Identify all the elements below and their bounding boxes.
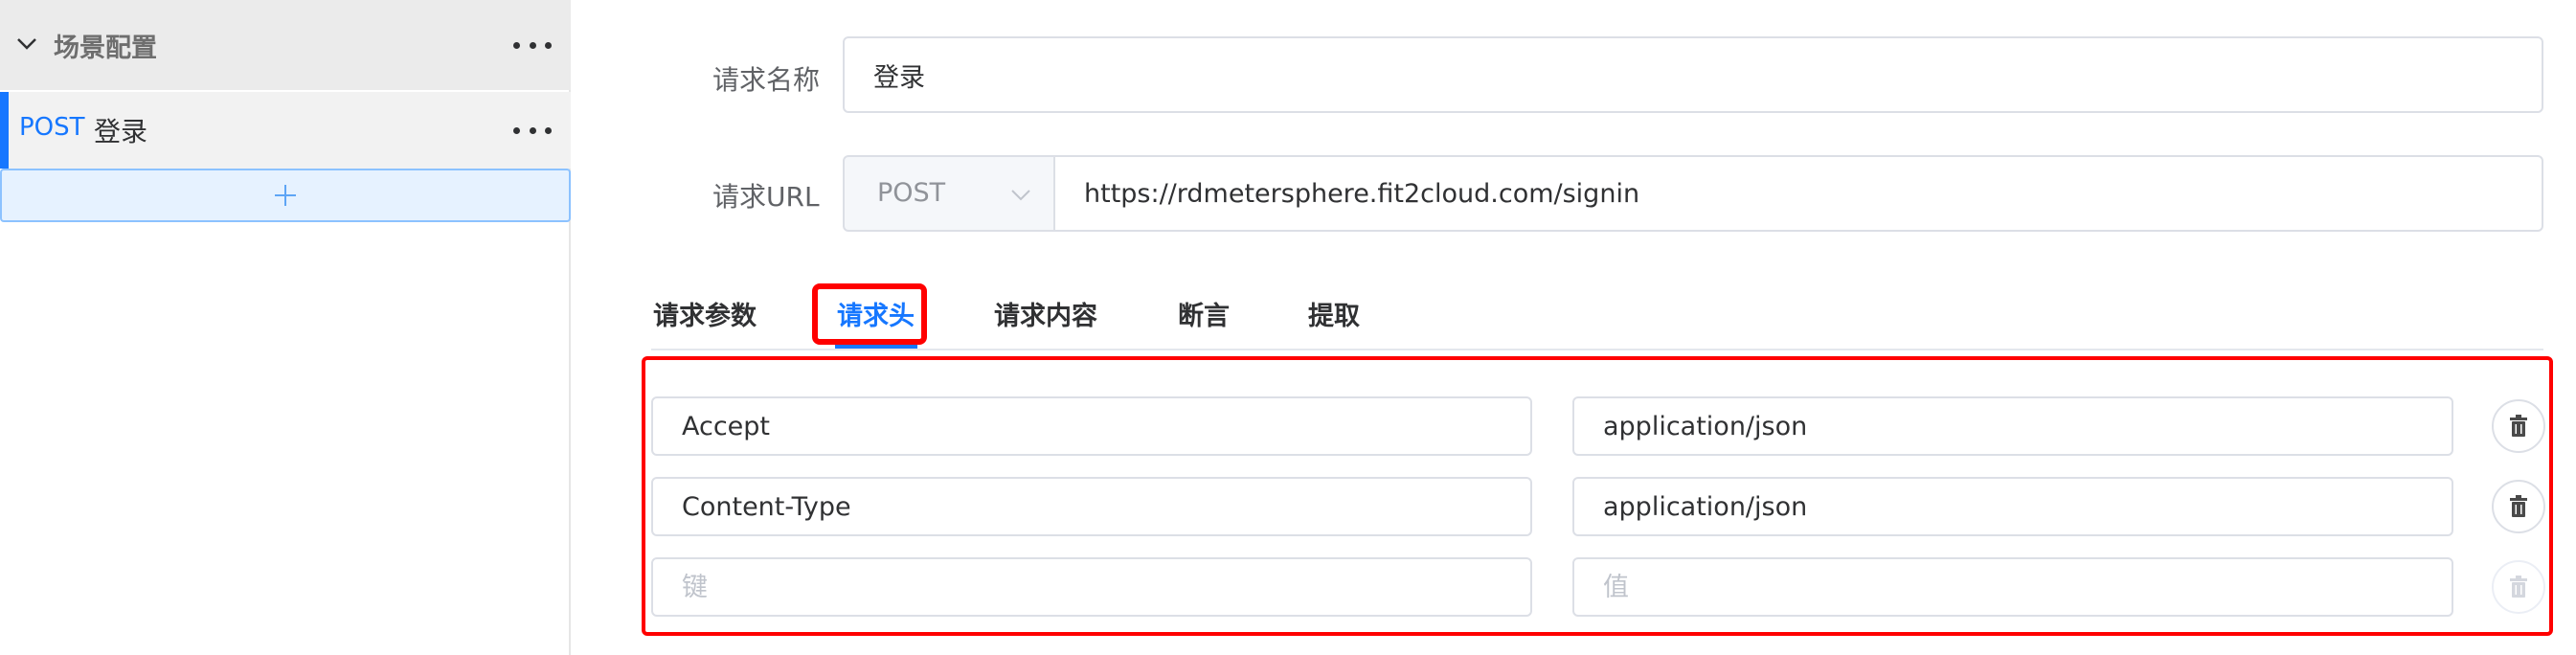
annotation-highlight-tab	[812, 283, 927, 345]
method-select-value: POST	[877, 178, 946, 208]
trash-icon	[2510, 576, 2527, 598]
sidebar: 场景配置 POST 登录	[0, 0, 571, 655]
header-value-input[interactable]	[1572, 477, 2453, 536]
plus-icon	[275, 185, 296, 206]
request-url-input[interactable]	[1053, 155, 2543, 232]
delete-header-button[interactable]	[2492, 399, 2545, 453]
tab-request-params[interactable]: 请求参数	[653, 295, 757, 332]
header-key-input[interactable]	[651, 557, 1532, 617]
delete-header-button[interactable]	[2492, 480, 2545, 533]
tab-request-body[interactable]: 请求内容	[994, 295, 1097, 332]
chevron-down-icon[interactable]	[15, 34, 38, 54]
header-value-input[interactable]	[1572, 396, 2453, 456]
request-more-icon[interactable]	[513, 121, 552, 140]
scenario-more-icon[interactable]	[513, 35, 552, 55]
active-tab-underline	[835, 345, 917, 349]
delete-header-button[interactable]	[2492, 560, 2545, 614]
scenario-title: 场景配置	[54, 34, 157, 63]
request-item[interactable]: POST 登录	[0, 92, 571, 169]
tab-assertions[interactable]: 断言	[1178, 295, 1230, 332]
tabs-divider	[651, 349, 2543, 350]
request-name-label: 请求名称	[712, 64, 821, 96]
header-key-input[interactable]	[651, 477, 1532, 536]
scenario-header[interactable]: 场景配置	[0, 0, 571, 90]
header-key-input[interactable]	[651, 396, 1532, 456]
trash-icon	[2510, 415, 2527, 437]
request-method-label: POST	[19, 113, 85, 142]
method-select[interactable]: POST	[843, 155, 1055, 232]
add-request-button[interactable]	[0, 169, 571, 222]
active-indicator	[0, 92, 9, 169]
request-url-label: 请求URL	[712, 181, 820, 213]
request-name-input[interactable]	[843, 36, 2543, 113]
tab-extract[interactable]: 提取	[1308, 295, 1360, 332]
trash-icon	[2510, 495, 2527, 517]
chevron-down-icon	[1011, 190, 1030, 201]
header-value-input[interactable]	[1572, 557, 2453, 617]
request-name-label: 登录	[94, 116, 148, 147]
